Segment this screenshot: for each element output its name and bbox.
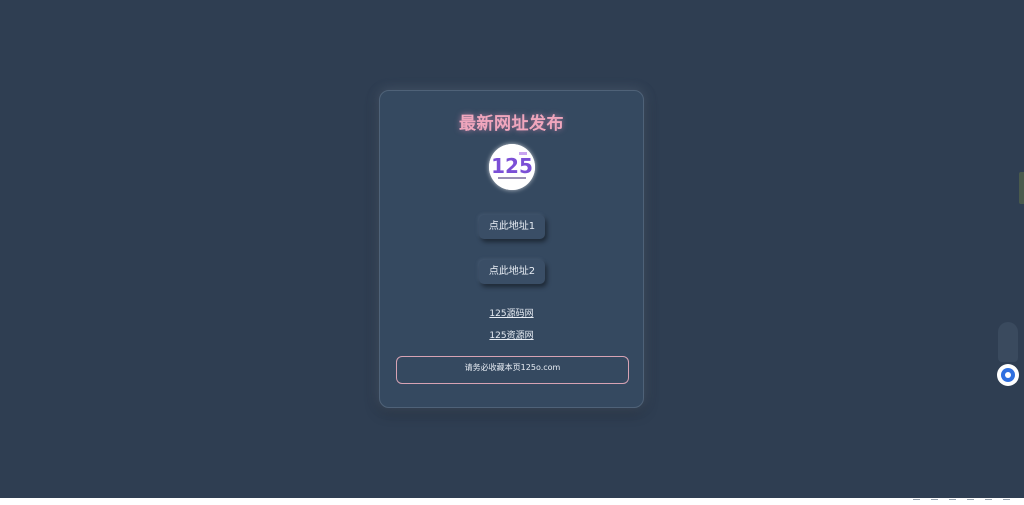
status-icon[interactable] [949,498,956,505]
page-viewport: 最新网址发布 125 点此地址1 点此地址2 125源码网 125资源网 请务必… [0,0,1024,498]
edge-tab[interactable] [1019,172,1024,204]
bottom-bar [0,498,1024,505]
address-1-button[interactable]: 点此地址1 [479,215,545,239]
status-icons [913,498,1010,505]
assistant-icon[interactable] [997,364,1019,386]
card-title: 最新网址发布 [459,114,564,134]
status-icon[interactable] [931,498,938,505]
status-icon[interactable] [967,498,974,505]
address-2-button[interactable]: 点此地址2 [479,260,545,284]
address-card: 最新网址发布 125 点此地址1 点此地址2 125源码网 125资源网 请务必… [379,90,644,408]
source-code-link[interactable]: 125源码网 [380,306,643,319]
bookmark-notice: 请务必收藏本页125o.com [396,356,629,384]
site-logo: 125 [489,144,535,190]
logo-text: 125 [491,154,533,178]
site-logo-icon: 125 [489,144,535,190]
status-icon[interactable] [913,498,920,505]
side-panel[interactable] [998,322,1018,362]
status-icon[interactable] [985,498,992,505]
resources-link[interactable]: 125资源网 [380,328,643,341]
status-icon[interactable] [1003,498,1010,505]
